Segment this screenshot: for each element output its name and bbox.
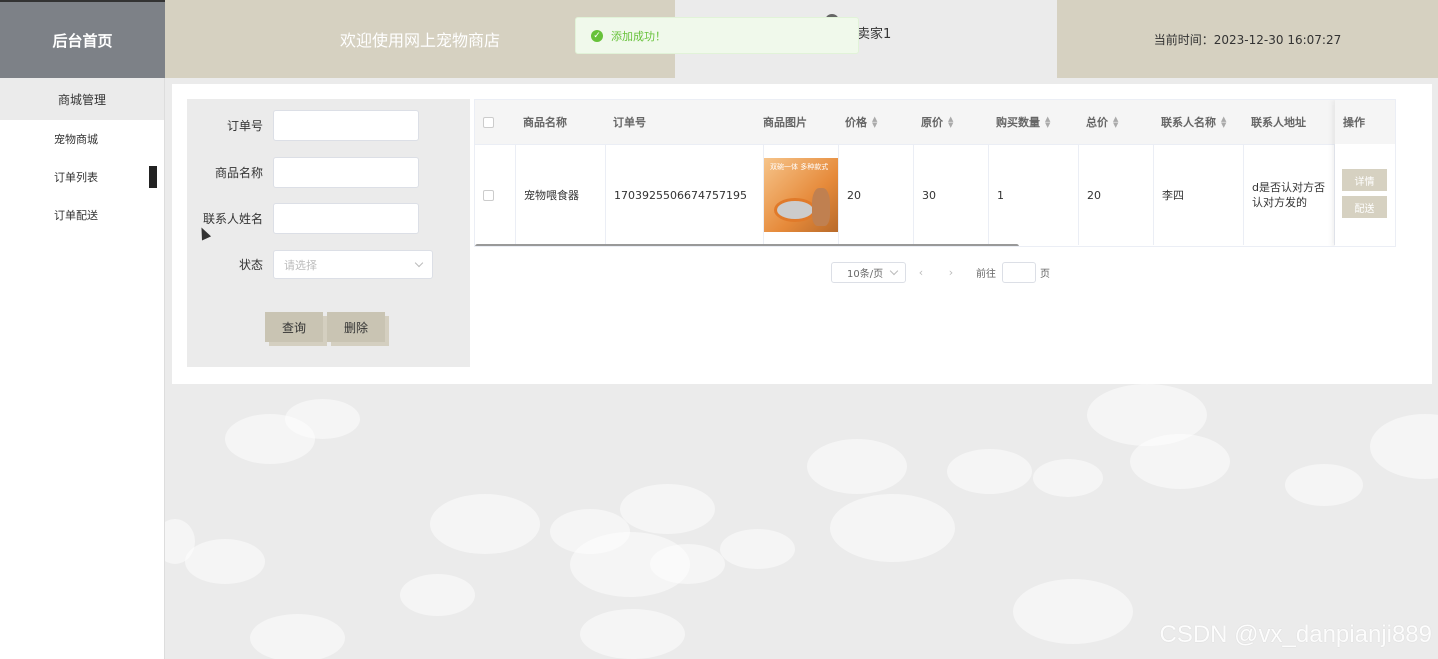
- order-no-row: 订单号: [187, 110, 419, 141]
- order-no-input[interactable]: [273, 110, 419, 141]
- header-order-no: 订单号: [613, 116, 646, 129]
- page-size-select[interactable]: 10条/页: [831, 262, 906, 283]
- page-jump-input[interactable]: [1002, 262, 1036, 283]
- cell-contact-name: 李四: [1154, 145, 1244, 245]
- cell-quantity: 1: [989, 145, 1079, 245]
- row-select-cell: [475, 145, 516, 245]
- cell-orig-price: 30: [914, 145, 989, 245]
- sort-icon[interactable]: ▲ ▼: [1045, 116, 1050, 129]
- toast-message: 添加成功！: [611, 29, 666, 43]
- check-icon: ✓: [591, 29, 603, 42]
- cell-address: d是否认对方否认对方发的: [1244, 145, 1335, 245]
- status-row: 状态 请选择: [187, 250, 433, 279]
- sort-icon[interactable]: ▲ ▼: [948, 116, 953, 129]
- sort-icon[interactable]: ▲ ▼: [1221, 116, 1226, 129]
- cell-total: 20: [1079, 145, 1154, 245]
- prev-page-icon[interactable]: ‹: [906, 266, 936, 279]
- contact-name-row: 联系人姓名: [187, 203, 419, 234]
- select-all-cell: [483, 100, 494, 144]
- cell-product-image: 双碗一体 多种款式: [764, 145, 839, 245]
- status-select[interactable]: 请选择: [273, 250, 433, 279]
- page-size-value: 10条/页: [847, 269, 884, 280]
- header-address: 联系人地址: [1251, 116, 1306, 129]
- current-time: 当前时间：2023-12-30 16:07:27: [1057, 0, 1438, 78]
- contact-name-input[interactable]: [273, 203, 419, 234]
- table-header: 商品名称 订单号 商品图片 价格 ▲ ▼ 原价 ▲ ▼ 购买数量 ▲ ▼ 总价 ▲ ▼ 联系人名…: [475, 100, 1395, 144]
- user-name[interactable]: 卖家1: [857, 23, 891, 42]
- detail-button[interactable]: 详情: [1342, 169, 1387, 191]
- header-operations: 操作: [1335, 100, 1395, 144]
- header-contact-name[interactable]: 联系人名称 ▲ ▼: [1161, 100, 1226, 144]
- page-jump: 前往 页: [976, 262, 1050, 283]
- header-total[interactable]: 总价 ▲ ▼: [1086, 100, 1118, 144]
- header-quantity[interactable]: 购买数量 ▲ ▼: [996, 100, 1050, 144]
- header-orig-price[interactable]: 原价 ▲ ▼: [921, 100, 953, 144]
- operations-column: 操作 详情 配送: [1335, 100, 1395, 246]
- order-table: 商品名称 订单号 商品图片 价格 ▲ ▼ 原价 ▲ ▼ 购买数量 ▲ ▼ 总价 ▲ ▼ 联系人名…: [474, 99, 1396, 247]
- sidebar-group-mall[interactable]: 商城管理: [0, 78, 164, 120]
- chevron-down-icon: [889, 266, 899, 276]
- app-root: 后台首页 欢迎使用网上宠物商店 卖家1 当前时间：2023-12-30 16:0…: [0, 0, 1438, 659]
- product-name-label: 商品名称: [214, 166, 263, 180]
- contact-name-label: 联系人姓名: [202, 212, 263, 226]
- sidebar-item-pet-mall[interactable]: 宠物商城: [0, 120, 164, 158]
- ship-button[interactable]: 配送: [1342, 196, 1387, 218]
- sidebar-item-order-list[interactable]: 订单列表: [0, 158, 164, 196]
- page-suffix: 页: [1040, 269, 1050, 280]
- status-placeholder: 请选择: [284, 258, 317, 272]
- sort-icon[interactable]: ▲ ▼: [872, 116, 877, 129]
- sidebar-item-order-delivery[interactable]: 订单配送: [0, 196, 164, 234]
- header-product-image: 商品图片: [763, 116, 807, 129]
- main-panel: 订单号 商品名称 联系人姓名 状态 请选择 查询 删除 商品名称 订单号 商品图…: [172, 84, 1432, 384]
- background-decoration: [165, 384, 1438, 659]
- status-label: 状态: [238, 258, 263, 272]
- sidebar: 商城管理 宠物商城 订单列表 订单配送: [0, 78, 165, 659]
- delete-button[interactable]: 删除: [327, 312, 385, 342]
- chevron-down-icon: [414, 258, 424, 268]
- select-all-checkbox[interactable]: [483, 116, 494, 128]
- success-toast: ✓ 添加成功！: [575, 17, 859, 54]
- pagination: 10条/页 ‹ › 前往 页: [831, 262, 1050, 283]
- sort-icon[interactable]: ▲ ▼: [1113, 116, 1118, 129]
- row-checkbox[interactable]: [483, 189, 494, 201]
- product-name-input[interactable]: [273, 157, 419, 188]
- watermark: CSDN @vx_danpianji889: [1159, 621, 1432, 648]
- order-no-label: 订单号: [226, 119, 263, 133]
- cell-product-name: 宠物喂食器: [516, 145, 606, 245]
- product-name-row: 商品名称: [187, 157, 419, 188]
- horizontal-scrollbar[interactable]: [475, 244, 1019, 246]
- query-button[interactable]: 查询: [265, 312, 323, 342]
- product-image: 双碗一体 多种款式: [764, 158, 838, 232]
- header-price[interactable]: 价格 ▲ ▼: [845, 100, 877, 144]
- header-product-name: 商品名称: [523, 116, 567, 129]
- cell-price: 20: [839, 145, 914, 245]
- backend-home-link[interactable]: 后台首页: [0, 0, 165, 78]
- cell-order-no: 1703925506674757195: [606, 145, 764, 245]
- table-row: 宠物喂食器 1703925506674757195 双碗一体 多种款式 20 3…: [475, 144, 1395, 245]
- goto-label: 前往: [976, 269, 996, 280]
- next-page-icon[interactable]: ›: [936, 266, 966, 279]
- filter-form: 订单号 商品名称 联系人姓名 状态 请选择 查询 删除: [187, 99, 470, 367]
